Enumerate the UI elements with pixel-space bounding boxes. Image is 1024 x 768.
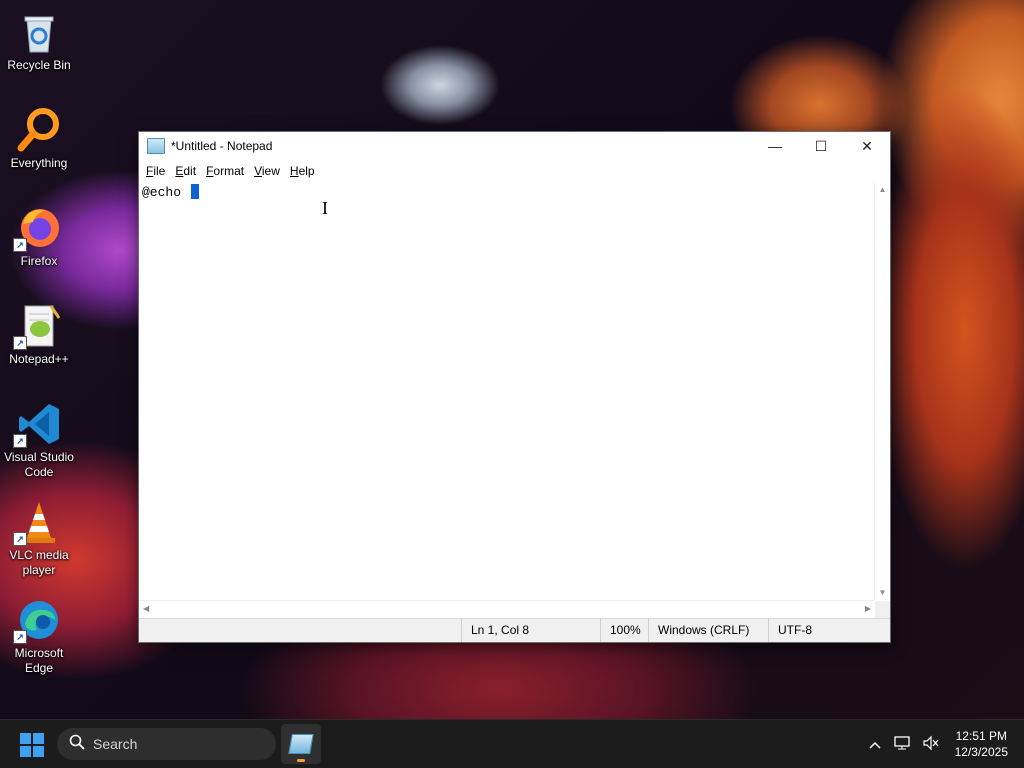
desktop-icon-recycle-bin[interactable]: Recycle Bin — [2, 8, 76, 73]
start-button[interactable] — [20, 733, 44, 757]
scroll-right-icon[interactable]: ▶ — [865, 604, 871, 613]
windows-logo-tile — [20, 746, 31, 757]
network-icon[interactable] — [891, 735, 915, 754]
close-button[interactable]: ✕ — [844, 132, 890, 160]
menu-help[interactable]: Help — [285, 164, 320, 178]
taskbar-notepad-button[interactable] — [281, 724, 321, 764]
scroll-down-icon[interactable]: ▼ — [875, 588, 890, 597]
desktop-icon-label: VLC media player — [9, 548, 69, 577]
desktop-icon-firefox[interactable]: ↗ Firefox — [2, 204, 76, 269]
running-indicator — [297, 759, 305, 762]
vscode-icon: ↗ — [13, 400, 63, 448]
status-bar: Ln 1, Col 8 100% Windows (CRLF) UTF-8 — [139, 618, 890, 642]
menu-view-accel: V — [254, 164, 262, 178]
menu-edit[interactable]: Edit — [170, 164, 201, 178]
desktop-icon-label: Firefox — [20, 254, 58, 268]
desktop-icon-everything[interactable]: Everything — [2, 106, 76, 171]
firefox-icon: ↗ — [13, 204, 63, 252]
minimize-button[interactable]: — — [752, 132, 798, 160]
status-zoom: 100% — [600, 619, 641, 642]
shortcut-arrow-icon: ↗ — [13, 336, 27, 350]
menu-view[interactable]: View — [249, 164, 285, 178]
menu-help-label: elp — [298, 164, 315, 178]
desktop-icon-label: Notepad++ — [9, 352, 69, 366]
notepad-plus-plus-icon: ↗ — [13, 302, 63, 350]
menu-help-accel: H — [289, 164, 299, 178]
clock-time: 12:51 PM — [955, 729, 1007, 743]
window-title: *Untitled - Notepad — [171, 139, 273, 153]
notepad-window[interactable]: *Untitled - Notepad — ☐ ✕ File Edit Form… — [138, 131, 891, 643]
desktop-icon-vlc[interactable]: ↗ VLC media player — [2, 498, 76, 578]
status-encoding: UTF-8 — [768, 619, 812, 642]
notepad-icon — [288, 734, 314, 754]
clock-date: 12/3/2025 — [954, 745, 1008, 759]
recycle-bin-icon — [15, 8, 63, 56]
scroll-up-icon[interactable]: ▲ — [875, 185, 890, 194]
scrollbar-corner — [875, 601, 890, 618]
maximize-button[interactable]: ☐ — [798, 132, 844, 160]
menu-bar: File Edit Format View Help — [139, 160, 890, 182]
desktop-icon-vscode[interactable]: ↗ Visual Studio Code — [2, 400, 76, 480]
text-caret — [190, 184, 199, 199]
chevron-up-icon[interactable] — [863, 737, 887, 752]
text-editor[interactable]: @echo — [139, 182, 875, 600]
desktop-icon-label: Recycle Bin — [7, 58, 71, 72]
menu-file[interactable]: File — [141, 164, 170, 178]
everything-icon — [15, 106, 63, 154]
desktop-icon-edge[interactable]: ↗ Microsoft Edge — [2, 596, 76, 676]
menu-format-label: ormat — [213, 164, 245, 178]
menu-file-label: ile — [153, 164, 166, 178]
menu-view-label: iew — [261, 164, 280, 178]
taskbar: Search 12:51 PM 12/3/2025 — [0, 719, 1024, 768]
status-line-ending: Windows (CRLF) — [648, 619, 749, 642]
windows-logo-tile — [33, 746, 44, 757]
taskbar-clock[interactable]: 12:51 PM 12/3/2025 — [955, 728, 1008, 760]
title-bar[interactable]: *Untitled - Notepad — ☐ ✕ — [139, 132, 890, 160]
desktop-icon-label: Everything — [10, 156, 68, 170]
edge-icon: ↗ — [13, 596, 63, 644]
menu-format[interactable]: Format — [201, 164, 249, 178]
vertical-scrollbar[interactable]: ▲ ▼ — [874, 182, 890, 600]
windows-logo-tile — [33, 733, 44, 744]
horizontal-scrollbar[interactable]: ◀ ▶ — [139, 600, 875, 618]
shortcut-arrow-icon: ↗ — [13, 434, 27, 448]
search-icon — [69, 734, 85, 754]
status-position: Ln 1, Col 8 — [461, 619, 529, 642]
windows-logo-tile — [20, 733, 31, 744]
vlc-cone-icon: ↗ — [13, 498, 63, 546]
mouse-ibeam-cursor-icon: I — [322, 198, 328, 218]
scroll-left-icon[interactable]: ◀ — [143, 604, 149, 613]
menu-edit-label: dit — [183, 164, 197, 178]
desktop-icon-notepad-plus-plus[interactable]: ↗ Notepad++ — [2, 302, 76, 367]
taskbar-search-box[interactable]: Search — [57, 728, 276, 760]
search-placeholder: Search — [93, 736, 138, 752]
shortcut-arrow-icon: ↗ — [13, 532, 27, 546]
notepad-app-icon — [147, 138, 165, 154]
desktop-icon-label: Microsoft Edge — [14, 646, 64, 675]
system-tray: 12:51 PM 12/3/2025 — [863, 720, 1024, 768]
editor-text: @echo — [142, 185, 189, 200]
shortcut-arrow-icon: ↗ — [13, 630, 27, 644]
desktop-icon-label: Visual Studio Code — [4, 450, 74, 479]
volume-muted-icon[interactable] — [919, 735, 943, 754]
shortcut-arrow-icon: ↗ — [13, 238, 27, 252]
